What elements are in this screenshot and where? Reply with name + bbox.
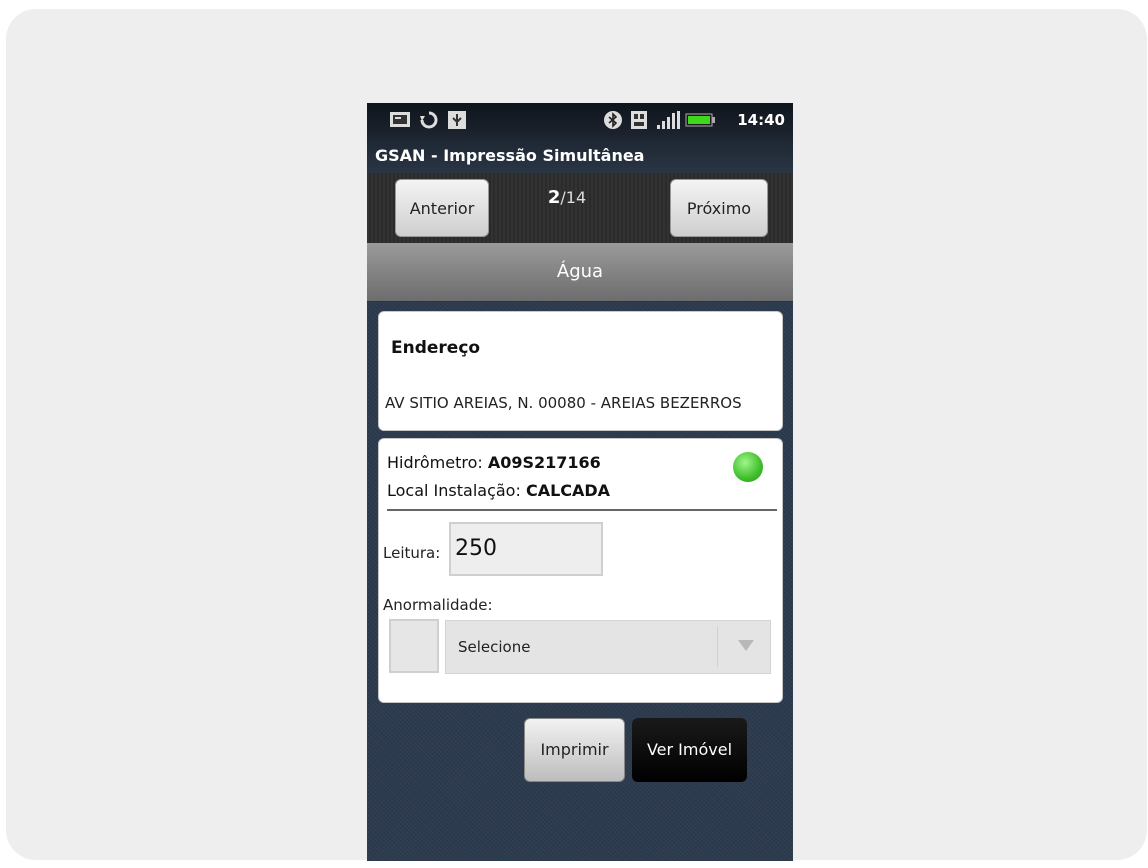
signal-icon bbox=[655, 110, 683, 130]
anormalidade-selected: Selecione bbox=[458, 638, 531, 656]
record-counter: 2/14 bbox=[527, 187, 607, 208]
chevron-down-icon bbox=[736, 637, 756, 657]
anormalidade-checkbox[interactable] bbox=[389, 619, 439, 673]
anormalidade-select[interactable]: Selecione bbox=[445, 620, 771, 674]
status-indicator-icon bbox=[733, 452, 763, 482]
anormalidade-label: Anormalidade: bbox=[383, 596, 493, 614]
bluetooth-icon bbox=[603, 110, 623, 130]
hidrometro-row: Hidrômetro: A09S217166 bbox=[387, 453, 601, 472]
print-button[interactable]: Imprimir bbox=[524, 718, 625, 782]
app-title: GSAN - Impressão Simultânea bbox=[367, 139, 793, 173]
local-instalacao-row: Local Instalação: CALCADA bbox=[387, 481, 610, 500]
sync-icon bbox=[419, 110, 439, 130]
select-separator bbox=[717, 627, 718, 667]
sd-card-icon bbox=[629, 110, 649, 130]
address-heading: Endereço bbox=[391, 338, 481, 358]
meter-panel: Hidrômetro: A09S217166 Local Instalação:… bbox=[378, 438, 783, 703]
navigation-bar: Anterior 2/14 Próximo bbox=[367, 173, 793, 243]
view-property-button[interactable]: Ver Imóvel bbox=[632, 718, 747, 782]
leitura-input[interactable]: 250 bbox=[449, 522, 603, 576]
phone-screen: 14:40 GSAN - Impressão Simultânea Anteri… bbox=[367, 103, 793, 861]
battery-icon bbox=[685, 110, 717, 130]
usb-icon bbox=[447, 110, 467, 130]
previous-button[interactable]: Anterior bbox=[395, 179, 489, 237]
status-time: 14:40 bbox=[737, 111, 785, 129]
screenshot-icon bbox=[389, 110, 410, 130]
record-current: 2 bbox=[547, 187, 561, 208]
divider bbox=[387, 509, 777, 511]
hidrometro-value: A09S217166 bbox=[487, 453, 601, 472]
address-panel: Endereço AV SITIO AREIAS, N. 00080 - ARE… bbox=[378, 311, 783, 431]
tab-agua[interactable]: Água bbox=[367, 243, 793, 302]
local-instalacao-label: Local Instalação: bbox=[387, 481, 526, 500]
address-value: AV SITIO AREIAS, N. 00080 - AREIAS BEZER… bbox=[385, 394, 742, 412]
record-total: /14 bbox=[560, 188, 587, 207]
local-instalacao-value: CALCADA bbox=[525, 481, 611, 500]
next-button[interactable]: Próximo bbox=[670, 179, 768, 237]
hidrometro-label: Hidrômetro: bbox=[387, 453, 488, 472]
leitura-label: Leitura: bbox=[383, 544, 441, 562]
status-bar: 14:40 bbox=[367, 103, 793, 139]
